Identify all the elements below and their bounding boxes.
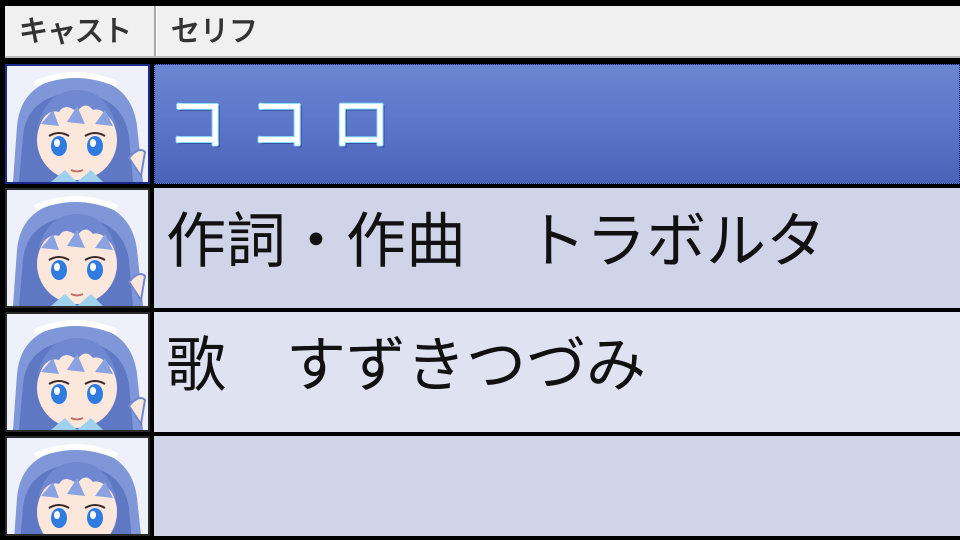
table-row[interactable] [5,436,960,536]
column-header-cast[interactable]: キャスト [5,6,156,56]
script-grid: キャスト セリフ ココロ 作詞・作曲 トラボルタ 歌 すずきつづみ [5,6,960,536]
serif-cell[interactable]: 歌 すずきつづみ [154,312,960,432]
serif-text: ココロ [167,90,413,160]
character-avatar-icon [7,438,148,534]
serif-text: 作詞・作曲 トラボルタ [166,207,826,277]
app-window: キャスト セリフ ココロ 作詞・作曲 トラボルタ 歌 すずきつづみ [0,0,960,540]
serif-cell[interactable]: 作詞・作曲 トラボルタ [154,188,960,308]
character-avatar-icon [7,190,148,306]
cast-cell[interactable] [5,64,150,184]
serif-cell[interactable] [154,436,960,536]
cast-cell[interactable] [5,188,150,308]
cast-cell[interactable] [5,436,150,536]
character-avatar-icon [7,66,148,182]
table-row[interactable]: ココロ [5,64,960,184]
table-row[interactable]: 歌 すずきつづみ [5,312,960,432]
serif-cell[interactable]: ココロ [154,64,960,184]
serif-text: 歌 すずきつづみ [166,331,646,401]
grid-header: キャスト セリフ [5,6,960,58]
column-header-serif[interactable]: セリフ [156,6,960,56]
character-avatar-icon [7,314,148,430]
table-row[interactable]: 作詞・作曲 トラボルタ [5,188,960,308]
cast-cell[interactable] [5,312,150,432]
